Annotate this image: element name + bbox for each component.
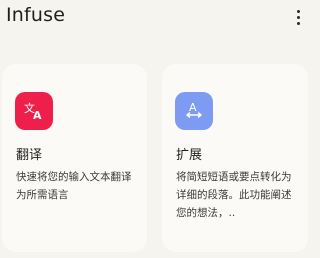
feature-card-grid: 文 A 翻译 快速将您的输入文本翻译为所需语言 A 扩展 将简短短语或要点转化为… [0, 64, 317, 258]
app-title: Infuse [6, 4, 66, 26]
translate-card[interactable]: 文 A 翻译 快速将您的输入文本翻译为所需语言 [2, 64, 147, 252]
more-options-button[interactable] [291, 6, 305, 28]
svg-text:A: A [189, 101, 197, 114]
more-vert-icon [296, 9, 300, 13]
svg-text:A: A [33, 109, 42, 122]
card-description: 将简短短语或要点转化为详细的段落。此功能阐述您的想法，.. [176, 171, 292, 219]
card-title: 翻译 [16, 148, 43, 163]
translate-icon: 文 A [15, 92, 53, 130]
card-description: 快速将您的输入文本翻译为所需语言 [16, 171, 132, 201]
expand-icon: A [175, 92, 213, 130]
card-title: 扩展 [176, 148, 203, 163]
expand-card[interactable]: A 扩展 将简短短语或要点转化为详细的段落。此功能阐述您的想法，.. [162, 64, 308, 252]
